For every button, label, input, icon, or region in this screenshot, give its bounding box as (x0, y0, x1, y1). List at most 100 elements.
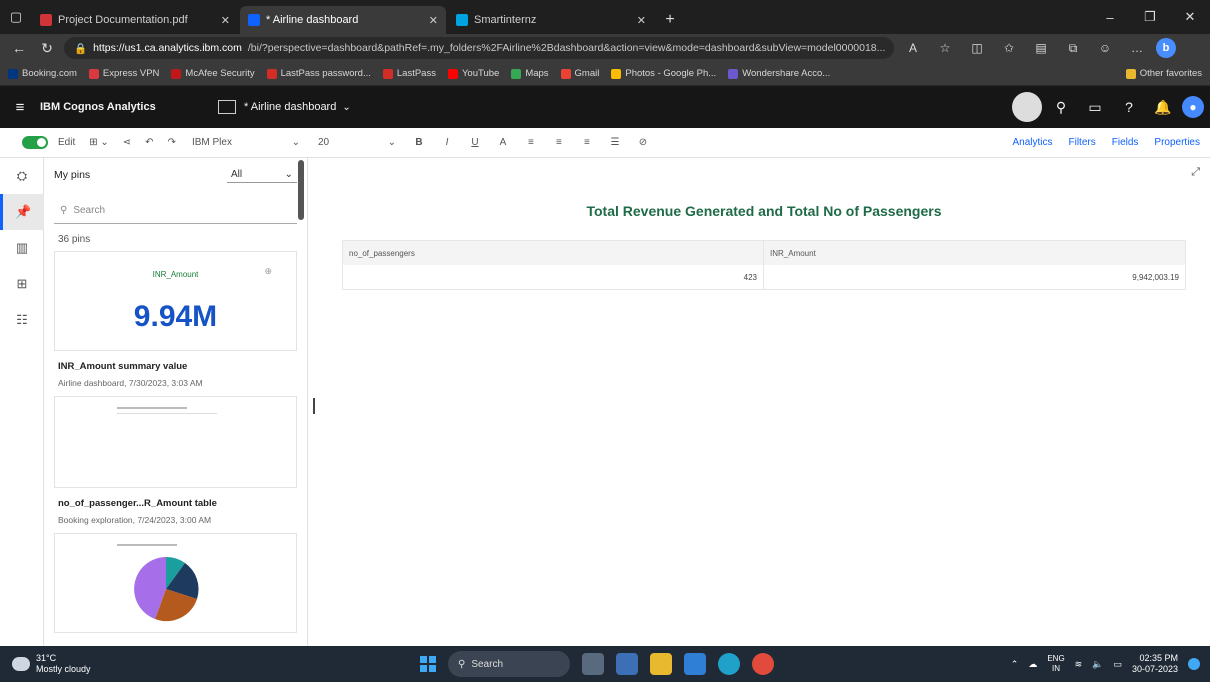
windows-start-icon[interactable] (420, 656, 436, 672)
volume-icon[interactable]: 🔈 (1092, 659, 1103, 670)
widgets-app-icon[interactable] (616, 653, 638, 675)
italic-icon[interactable]: I (436, 137, 458, 148)
help-icon[interactable]: ? (1114, 92, 1144, 122)
language-indicator[interactable]: ENG IN (1047, 654, 1064, 674)
tab-project-doc[interactable]: Project Documentation.pdf ✕ (32, 6, 238, 34)
redo-icon[interactable]: ↷ (164, 137, 180, 148)
back-icon[interactable]: ← (8, 37, 30, 59)
pins-search-input[interactable]: ⚲ Search (54, 198, 297, 224)
taskbar-search[interactable]: ⚲ Search (448, 651, 570, 677)
store-icon[interactable] (684, 653, 706, 675)
sources-icon[interactable]: ⛭ (0, 158, 44, 194)
pins-scrollbar[interactable] (298, 160, 304, 220)
refresh-icon[interactable]: ↻ (36, 37, 58, 59)
properties-button[interactable]: Properties (1154, 137, 1200, 148)
list-icon[interactable]: ☰ (604, 137, 626, 148)
close-tab-icon[interactable]: ✕ (637, 14, 646, 27)
bing-copilot-icon[interactable]: b (1156, 38, 1176, 58)
widgets-icon[interactable]: ⊞ (0, 266, 44, 302)
tab-airline-dashboard[interactable]: * Airline dashboard ✕ (240, 6, 446, 34)
other-favorites-folder[interactable]: Other favorites (1125, 68, 1202, 79)
bookmark-maps[interactable]: Maps (511, 68, 549, 79)
tab-smartinternz[interactable]: Smartinternz ✕ (448, 6, 654, 34)
bookmark-youtube[interactable]: YouTube (447, 68, 499, 79)
bookmark-wondershare[interactable]: Wondershare Acco... (728, 68, 830, 79)
cloud-sync-icon[interactable]: ☁ (1028, 659, 1037, 670)
close-tab-icon[interactable]: ✕ (221, 14, 230, 27)
split-screen-icon[interactable]: ◫ (964, 37, 990, 59)
pin-card-pie[interactable] (54, 533, 297, 633)
comments-icon[interactable]: ▭ (1080, 92, 1110, 122)
minimize-icon[interactable]: – (1090, 0, 1130, 34)
bookmark-lastpass[interactable]: LastPass (382, 68, 436, 79)
expand-icon[interactable]: ⤢ (1191, 166, 1200, 179)
file-explorer-icon[interactable] (650, 653, 672, 675)
restore-icon[interactable]: ❐ (1130, 0, 1170, 34)
chrome-icon[interactable] (752, 653, 774, 675)
assets-icon[interactable]: ☷ (0, 302, 44, 338)
new-tab-button[interactable]: + (656, 6, 684, 34)
font-family-select[interactable]: IBM Plex ⌄ (186, 137, 306, 148)
close-tab-icon[interactable]: ✕ (429, 14, 438, 27)
lock-icon: 🔒 (74, 42, 88, 55)
wifi-icon[interactable]: ≋ (1075, 659, 1083, 670)
hamburger-menu-icon[interactable]: ≡ (0, 99, 40, 116)
favorite-star-icon[interactable]: ☆ (932, 37, 958, 59)
align-left-icon[interactable]: ≡ (520, 137, 542, 148)
assistant-icon[interactable] (1012, 92, 1042, 122)
browser-profile-icon[interactable]: ☺ (1092, 37, 1118, 59)
column-header[interactable]: no_of_passengers (343, 241, 764, 265)
tab-title: * Airline dashboard (266, 14, 359, 26)
read-aloud-icon[interactable]: A (900, 37, 926, 59)
url-input[interactable]: 🔒 https://us1.ca.analytics.ibm.com/bi/?p… (64, 37, 894, 59)
weather-widget[interactable]: 31°C Mostly cloudy (0, 653, 420, 675)
data-table[interactable]: no_of_passengers INR_Amount 423 9,942,00… (342, 240, 1186, 290)
underline-icon[interactable]: U (464, 137, 486, 148)
task-view-icon[interactable] (582, 653, 604, 675)
align-center-icon[interactable]: ≡ (548, 137, 570, 148)
battery-icon[interactable]: ▭ (1113, 659, 1122, 670)
bookmark-mcafee[interactable]: McAfee Security (171, 68, 255, 79)
cloud-icon (12, 657, 30, 671)
analytics-button[interactable]: Analytics (1012, 137, 1052, 148)
edge-icon[interactable] (718, 653, 740, 675)
cognos-app-bar: ≡ IBM Cognos Analytics * Airline dashboa… (0, 86, 1210, 128)
bookmark-google-photos[interactable]: Photos - Google Ph... (611, 68, 716, 79)
notifications-icon[interactable]: 🔔 (1148, 92, 1178, 122)
undo-icon[interactable]: ↶ (141, 137, 157, 148)
share-icon[interactable]: ⋖ (119, 137, 135, 148)
user-avatar[interactable]: ● (1182, 96, 1204, 118)
link-icon[interactable]: ⊘ (632, 137, 654, 148)
bold-icon[interactable]: B (408, 137, 430, 148)
favorites-icon[interactable]: ✩ (996, 37, 1022, 59)
bookmark-lastpass-password[interactable]: LastPass password... (266, 68, 371, 79)
bookmark-gmail[interactable]: Gmail (560, 68, 599, 79)
filters-button[interactable]: Filters (1069, 137, 1096, 148)
column-header[interactable]: INR_Amount (764, 241, 1185, 265)
layout-icon[interactable]: ⊞ ⌄ (85, 137, 113, 148)
visualizations-icon[interactable]: ▥ (0, 230, 44, 266)
more-menu-icon[interactable]: … (1124, 37, 1150, 59)
collections-icon[interactable]: ▤ (1028, 37, 1054, 59)
notification-icon[interactable] (1188, 658, 1200, 670)
show-hidden-icon[interactable]: ⌃ (1011, 659, 1019, 670)
pins-filter-select[interactable]: All ⌄ (227, 167, 297, 183)
edit-toggle[interactable] (22, 136, 48, 149)
extensions-icon[interactable]: ⧉ (1060, 37, 1086, 59)
panel-splitter[interactable] (313, 398, 315, 414)
search-icon[interactable]: ⚲ (1046, 92, 1076, 122)
bookmark-booking[interactable]: Booking.com (8, 68, 77, 79)
align-right-icon[interactable]: ≡ (576, 137, 598, 148)
clock[interactable]: 02:35 PM 30-07-2023 (1132, 653, 1178, 675)
bookmark-express-vpn[interactable]: Express VPN (88, 68, 159, 79)
text-color-icon[interactable]: A (492, 137, 514, 148)
font-size-select[interactable]: 20 ⌄ (312, 137, 402, 148)
chevron-down-icon[interactable]: ⌄ (342, 102, 350, 113)
pin-card-table[interactable] (54, 396, 297, 488)
pins-icon[interactable]: 📌 (0, 194, 44, 230)
pin-card-kpi[interactable]: INR_Amount ⊕ 9.94M (54, 251, 297, 351)
close-window-icon[interactable]: ✕ (1170, 0, 1210, 34)
fields-button[interactable]: Fields (1112, 137, 1139, 148)
tab-actions-icon[interactable]: ▢ (0, 0, 32, 34)
dashboard-name[interactable]: * Airline dashboard (244, 101, 336, 113)
